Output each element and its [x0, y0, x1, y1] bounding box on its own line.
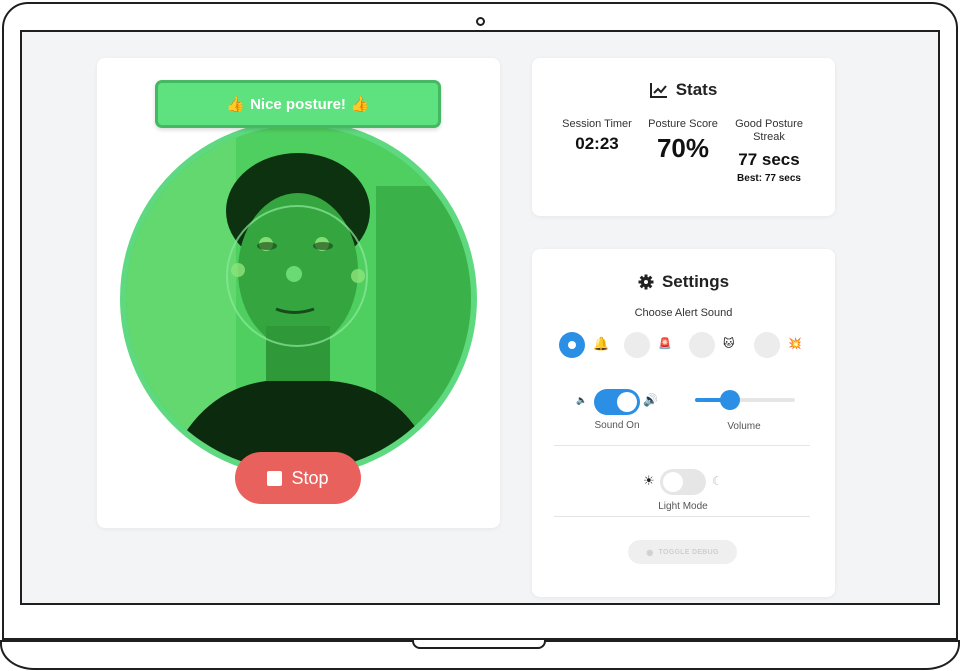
posture-streak-value: 77 secs [738, 150, 800, 169]
explosion-icon: 💥 [788, 337, 802, 350]
posture-streak-best: Best: 77 secs [737, 173, 801, 184]
stats-card: Stats Session Timer 02:23 Posture Score … [532, 58, 835, 216]
siren-icon: 🚨 [658, 337, 672, 350]
light-mode-label: Light Mode [658, 501, 708, 512]
posture-score-label: Posture Score [648, 118, 718, 130]
webcam-icon [476, 17, 485, 26]
settings-title: Settings [532, 272, 835, 292]
bell-icon: 🔔 [593, 337, 610, 352]
sound-option-siren[interactable]: 🚨 [624, 332, 682, 358]
sound-radio[interactable] [689, 332, 715, 358]
posture-score: Posture Score 70% [643, 118, 723, 164]
sound-radio[interactable] [754, 332, 780, 358]
toggle-debug-button[interactable]: ◉ TOGGLE DEBUG [628, 540, 737, 564]
posture-streak: Good Posture Streak 77 secs Best: 77 sec… [728, 118, 810, 184]
divider [554, 516, 810, 517]
dark-mode-toggle[interactable] [660, 469, 706, 495]
line-chart-icon [649, 82, 668, 98]
gear-icon [638, 274, 654, 290]
laptop-frame: 👍 Nice posture! 👍 Stop Stats Session Tim… [0, 0, 960, 671]
speaker-muted-icon: 🔈 [576, 396, 588, 406]
sound-option-cat[interactable]: 🐱 [689, 332, 747, 358]
sound-option-bell[interactable]: 🔔 [559, 332, 617, 358]
stats-title: Stats [532, 80, 835, 100]
stop-icon [267, 470, 283, 486]
posture-streak-label: Good Posture Streak [735, 118, 803, 143]
sound-on-label: Sound On [594, 420, 640, 431]
alert-sound-label: Choose Alert Sound [634, 307, 733, 319]
sound-option-explosion[interactable]: 💥 [754, 332, 812, 358]
session-timer-value: 02:23 [575, 134, 619, 153]
camera-card: 👍 Nice posture! 👍 Stop [97, 58, 500, 528]
posture-score-value: 70% [656, 133, 710, 163]
cat-icon: 🐱 [723, 337, 735, 350]
dark-mode-toggle-knob [663, 472, 683, 492]
sound-radio[interactable] [624, 332, 650, 358]
sound-radio-selected[interactable] [559, 332, 585, 358]
session-timer-label: Session Timer [562, 118, 632, 130]
posture-status-banner: 👍 Nice posture! 👍 [155, 80, 441, 128]
sound-toggle-knob [617, 392, 637, 412]
volume-label: Volume [727, 421, 761, 432]
sound-toggle[interactable] [594, 389, 640, 415]
laptop-notch [412, 640, 546, 649]
settings-card: Settings Choose Alert Sound 🔔 🚨 🐱 💥 🔈 🔊 … [532, 249, 835, 597]
speaker-loud-icon: 🔊 [643, 393, 658, 407]
posture-status-text: Nice posture! [250, 95, 346, 113]
volume-slider-thumb[interactable] [720, 390, 740, 410]
session-timer: Session Timer 02:23 [558, 118, 636, 154]
divider [554, 445, 810, 446]
stop-button[interactable]: Stop [235, 452, 361, 504]
volume-slider[interactable] [695, 390, 795, 410]
thumbs-up-icon: 👍 [350, 96, 370, 113]
stop-button-label: Stop [291, 467, 329, 488]
eye-icon: ◉ [646, 547, 654, 557]
face-video-frame [126, 126, 471, 471]
app-screen: 👍 Nice posture! 👍 Stop Stats Session Tim… [20, 30, 940, 605]
thumbs-up-icon: 👍 [226, 96, 246, 113]
moon-icon: ☾ [712, 474, 723, 488]
sun-icon: ☀ [643, 474, 655, 489]
webcam-video [120, 120, 477, 477]
